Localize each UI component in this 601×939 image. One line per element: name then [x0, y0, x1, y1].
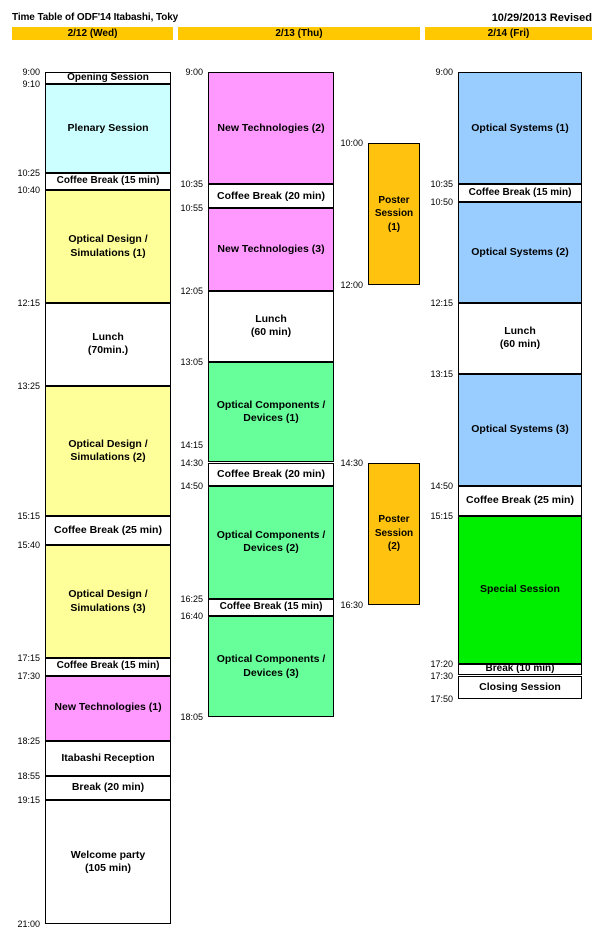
session-block[interactable]: Lunch (60 min)	[208, 290, 334, 362]
session-block[interactable]: Coffee Break (25 min)	[458, 486, 582, 516]
time-tick: 9:00	[435, 67, 453, 77]
session-block[interactable]: New Technologies (1)	[45, 675, 171, 741]
session-block[interactable]: Optical Components / Devices (3)	[208, 616, 334, 717]
time-tick: 10:50	[430, 197, 453, 208]
time-tick: 10:40	[17, 185, 40, 196]
session-block[interactable]: Optical Design / Simulations (2)	[45, 385, 171, 516]
time-tick: 18:05	[180, 711, 203, 722]
time-tick: 16:30	[340, 599, 363, 610]
session-block[interactable]: Lunch (70min.)	[45, 302, 171, 386]
session-block[interactable]: Plenary Session	[45, 83, 171, 173]
time-tick: 14:50	[430, 481, 453, 492]
session-block[interactable]: Coffee Break (15 min)	[458, 184, 582, 203]
session-block[interactable]: Optical Design / Simulations (3)	[45, 545, 171, 658]
time-tick: 13:25	[17, 380, 40, 391]
time-tick: 14:15	[180, 439, 203, 450]
time-tick: 10:25	[17, 167, 40, 178]
session-block[interactable]: Poster Session (2)	[368, 462, 420, 605]
session-block[interactable]: New Technologies (2)	[208, 72, 334, 185]
time-tick: 14:30	[340, 457, 363, 468]
session-block[interactable]: Optical Components / Devices (1)	[208, 361, 334, 463]
time-tick: 9:10	[22, 78, 40, 89]
session-block[interactable]: Break (10 min)	[458, 663, 582, 676]
time-tick: 17:30	[17, 670, 40, 681]
session-block[interactable]: Optical Systems (1)	[458, 72, 582, 185]
time-tick: 17:15	[17, 652, 40, 663]
schedule-grid: Opening Session Plenary Session Coffee Bre…	[0, 0, 601, 939]
session-block[interactable]: Special Session	[458, 515, 582, 664]
session-block[interactable]: Optical Components / Devices (2)	[208, 486, 334, 599]
time-tick: 16:25	[180, 593, 203, 604]
time-tick: 12:00	[340, 280, 363, 290]
time-tick: 10:35	[180, 179, 203, 190]
session-block[interactable]: Optical Systems (3)	[458, 373, 582, 487]
time-tick: 14:50	[180, 481, 203, 492]
time-tick: 15:15	[430, 510, 453, 521]
time-tick: 18:25	[17, 735, 40, 746]
time-tick: 16:40	[180, 611, 203, 622]
session-block[interactable]: Coffee Break (25 min)	[45, 515, 171, 546]
time-tick: 17:50	[430, 694, 453, 705]
time-tick: 13:05	[180, 356, 203, 367]
session-block[interactable]: Coffee Break (15 min)	[45, 172, 171, 191]
session-block[interactable]: Coffee Break (15 min)	[45, 657, 171, 676]
time-tick: 15:15	[17, 510, 40, 521]
time-tick: 12:05	[180, 285, 203, 296]
time-tick: 17:20	[430, 658, 453, 669]
time-tick: 10:35	[430, 179, 453, 190]
session-block[interactable]: Coffee Break (15 min)	[208, 598, 334, 617]
time-tick: 12:15	[430, 297, 453, 308]
time-tick: 18:55	[17, 771, 40, 782]
time-tick: 13:15	[430, 368, 453, 379]
session-block[interactable]: Optical Systems (2)	[458, 202, 582, 303]
session-block[interactable]: Lunch (60 min)	[458, 302, 582, 374]
session-block[interactable]: Coffee Break (20 min)	[208, 462, 334, 487]
session-block[interactable]: Optical Design / Simulations (1)	[45, 190, 171, 303]
session-block[interactable]: Closing Session	[458, 675, 582, 700]
time-tick: 19:15	[17, 794, 40, 805]
session-block[interactable]: Opening Session	[45, 72, 171, 84]
session-block[interactable]: Poster Session (1)	[368, 143, 420, 285]
time-tick: 12:15	[17, 297, 40, 308]
time-tick: 9:00	[185, 67, 203, 77]
session-block[interactable]: Itabashi Reception	[45, 740, 171, 777]
time-tick: 17:30	[430, 670, 453, 681]
time-tick: 10:00	[340, 138, 363, 148]
time-tick: 10:55	[180, 203, 203, 214]
time-tick: 15:40	[17, 540, 40, 551]
session-block[interactable]: Coffee Break (20 min)	[208, 184, 334, 209]
time-tick: 21:00	[17, 919, 40, 929]
session-block[interactable]: New Technologies (3)	[208, 208, 334, 291]
session-block[interactable]: Break (20 min)	[45, 776, 171, 800]
time-tick: 14:30	[180, 457, 203, 468]
session-block[interactable]: Welcome party (105 min)	[45, 799, 171, 924]
time-tick: 9:00	[22, 67, 40, 77]
